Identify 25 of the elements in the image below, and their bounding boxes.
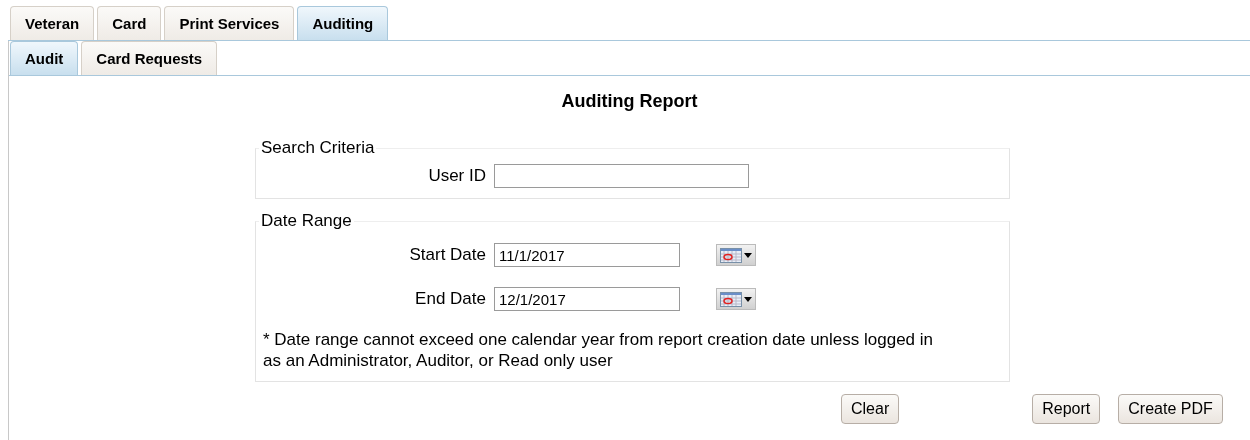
section-legend: Date Range: [259, 211, 354, 231]
field-label: End Date: [414, 289, 486, 309]
tab[interactable]: Veteran: [10, 6, 95, 40]
calendar-icon: [720, 291, 742, 307]
tab[interactable]: Card: [97, 6, 162, 40]
user-id-field[interactable]: [494, 164, 749, 188]
date-field[interactable]: 11/1/2017: [494, 243, 680, 267]
page-title: Auditing Report: [560, 91, 699, 112]
calendar-button[interactable]: [716, 244, 756, 266]
tab[interactable]: Print Services: [164, 6, 295, 40]
tab[interactable]: Card Requests: [81, 41, 218, 75]
tab[interactable]: Audit: [10, 41, 79, 75]
caret-icon: [744, 296, 752, 302]
section-legend: Search Criteria: [259, 138, 377, 158]
action-button[interactable]: Clear: [841, 394, 900, 424]
date-range-note: * Date range cannot exceed one calendar year from report creation date unless logged in as an Administrator, Auditor, or Read only user: [263, 329, 935, 371]
calendar-icon: [720, 247, 742, 263]
calendar-button[interactable]: [716, 288, 756, 310]
caret-icon: [744, 252, 752, 258]
date-field[interactable]: 12/1/2017: [494, 287, 680, 311]
tab[interactable]: Auditing: [297, 6, 389, 40]
field-label: Start Date: [408, 245, 486, 265]
field-label: User ID: [427, 166, 486, 186]
action-button[interactable]: Report: [1032, 394, 1101, 424]
action-button[interactable]: Create PDF: [1118, 394, 1223, 424]
